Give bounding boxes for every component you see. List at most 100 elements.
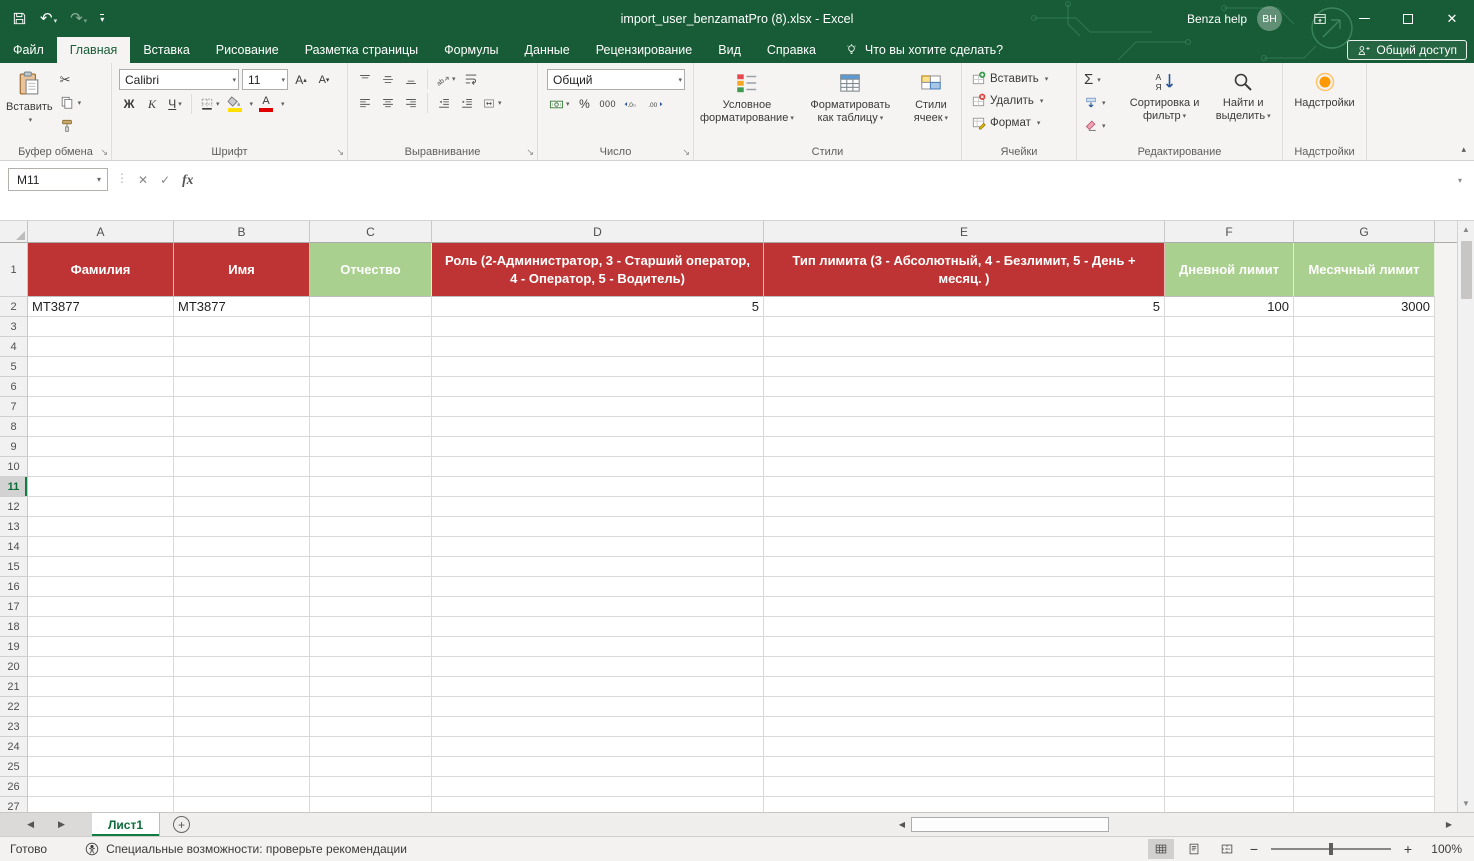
cell-E6[interactable] bbox=[764, 377, 1165, 397]
insert-function-button[interactable]: fx bbox=[182, 172, 193, 188]
cell-A27[interactable] bbox=[28, 797, 174, 812]
customize-qat-button[interactable]: ▾ bbox=[100, 13, 105, 24]
zoom-slider[interactable] bbox=[1271, 843, 1391, 855]
cell-B13[interactable] bbox=[174, 517, 310, 537]
cell-D23[interactable] bbox=[432, 717, 764, 737]
cell-C24[interactable] bbox=[310, 737, 432, 757]
cell-E8[interactable] bbox=[764, 417, 1165, 437]
confirm-entry-button[interactable]: ✓ bbox=[160, 173, 170, 187]
scroll-left-icon[interactable]: ◀ bbox=[895, 820, 909, 829]
cell-B11[interactable] bbox=[174, 477, 310, 497]
maximize-button[interactable] bbox=[1386, 0, 1430, 37]
cell-F24[interactable] bbox=[1165, 737, 1294, 757]
cell-G17[interactable] bbox=[1294, 597, 1435, 617]
row-header-23[interactable]: 23 bbox=[0, 717, 28, 737]
row-header-19[interactable]: 19 bbox=[0, 637, 28, 657]
cell-D12[interactable] bbox=[432, 497, 764, 517]
ribbon-tab-data[interactable]: Данные bbox=[512, 37, 583, 63]
font-name-combo[interactable]: Calibri ▾ bbox=[119, 69, 239, 90]
cell-A18[interactable] bbox=[28, 617, 174, 637]
cell-F23[interactable] bbox=[1165, 717, 1294, 737]
row-header-13[interactable]: 13 bbox=[0, 517, 28, 537]
cell-C23[interactable] bbox=[310, 717, 432, 737]
find-select-button[interactable]: Найти и выделить ▾ bbox=[1207, 67, 1279, 123]
cell-B25[interactable] bbox=[174, 757, 310, 777]
ribbon-tab-home[interactable]: Главная bbox=[56, 37, 131, 63]
format-as-table-button[interactable]: Форматировать как таблицу ▾ bbox=[801, 67, 900, 125]
formula-bar-handle[interactable]: ⋮ bbox=[108, 168, 136, 185]
cell-A11[interactable] bbox=[28, 477, 174, 497]
formula-input[interactable] bbox=[201, 168, 1450, 191]
select-all-corner[interactable] bbox=[0, 221, 28, 243]
cell-E22[interactable] bbox=[764, 697, 1165, 717]
cell-E7[interactable] bbox=[764, 397, 1165, 417]
ribbon-tab-file[interactable]: Файл bbox=[0, 37, 57, 63]
cell-D6[interactable] bbox=[432, 377, 764, 397]
cell-styles-button[interactable]: Стили ячеек ▾ bbox=[904, 67, 958, 125]
zoom-slider-thumb[interactable] bbox=[1329, 843, 1333, 855]
row-header-1[interactable]: 1 bbox=[0, 243, 28, 297]
cell-F19[interactable] bbox=[1165, 637, 1294, 657]
align-right-button[interactable] bbox=[401, 93, 421, 113]
cell-G15[interactable] bbox=[1294, 557, 1435, 577]
merge-center-button[interactable]: ▾ bbox=[480, 93, 504, 113]
cell-A10[interactable] bbox=[28, 457, 174, 477]
ribbon-tab-page-layout[interactable]: Разметка страницы bbox=[292, 37, 431, 63]
cell-E4[interactable] bbox=[764, 337, 1165, 357]
avatar[interactable]: BH bbox=[1257, 6, 1282, 31]
cell-G21[interactable] bbox=[1294, 677, 1435, 697]
view-normal-button[interactable] bbox=[1148, 839, 1174, 859]
grow-font-button[interactable]: А ▴ bbox=[291, 70, 311, 90]
cell-D3[interactable] bbox=[432, 317, 764, 337]
dialog-launcher-number[interactable]: ↘ bbox=[682, 148, 690, 157]
cell-F26[interactable] bbox=[1165, 777, 1294, 797]
cell-C27[interactable] bbox=[310, 797, 432, 812]
sheet-tab-active[interactable]: Лист1 bbox=[92, 813, 161, 836]
cell-F25[interactable] bbox=[1165, 757, 1294, 777]
cell-F6[interactable] bbox=[1165, 377, 1294, 397]
row-header-7[interactable]: 7 bbox=[0, 397, 28, 417]
cell-E24[interactable] bbox=[764, 737, 1165, 757]
previous-sheet-button[interactable]: ◀ bbox=[27, 819, 34, 830]
row-header-9[interactable]: 9 bbox=[0, 437, 28, 457]
cell-G4[interactable] bbox=[1294, 337, 1435, 357]
row-header-26[interactable]: 26 bbox=[0, 777, 28, 797]
column-header-D[interactable]: D bbox=[432, 221, 764, 243]
decrease-indent-button[interactable] bbox=[434, 93, 454, 113]
cell-G6[interactable] bbox=[1294, 377, 1435, 397]
row-header-18[interactable]: 18 bbox=[0, 617, 28, 637]
cell-G23[interactable] bbox=[1294, 717, 1435, 737]
dialog-launcher-alignment[interactable]: ↘ bbox=[526, 148, 534, 157]
cell-G3[interactable] bbox=[1294, 317, 1435, 337]
align-left-button[interactable] bbox=[355, 93, 375, 113]
italic-button[interactable]: К bbox=[142, 94, 162, 114]
row-header-25[interactable]: 25 bbox=[0, 757, 28, 777]
scroll-right-icon[interactable]: ▶ bbox=[1442, 820, 1456, 829]
cell-G13[interactable] bbox=[1294, 517, 1435, 537]
cell-B27[interactable] bbox=[174, 797, 310, 812]
cell-A16[interactable] bbox=[28, 577, 174, 597]
cell-C21[interactable] bbox=[310, 677, 432, 697]
column-header-B[interactable]: B bbox=[174, 221, 310, 243]
borders-button[interactable]: ▾ bbox=[198, 94, 222, 114]
row-header-27[interactable]: 27 bbox=[0, 797, 28, 812]
cell-D16[interactable] bbox=[432, 577, 764, 597]
cell-G18[interactable] bbox=[1294, 617, 1435, 637]
cell-B23[interactable] bbox=[174, 717, 310, 737]
cut-button[interactable]: ✂ bbox=[56, 69, 86, 90]
row-header-12[interactable]: 12 bbox=[0, 497, 28, 517]
cell-G8[interactable] bbox=[1294, 417, 1435, 437]
cell-F13[interactable] bbox=[1165, 517, 1294, 537]
view-page-layout-button[interactable] bbox=[1181, 839, 1207, 859]
ribbon-tab-draw[interactable]: Рисование bbox=[203, 37, 292, 63]
cell-A6[interactable] bbox=[28, 377, 174, 397]
cell-G25[interactable] bbox=[1294, 757, 1435, 777]
cell-G7[interactable] bbox=[1294, 397, 1435, 417]
row-header-22[interactable]: 22 bbox=[0, 697, 28, 717]
cell-A24[interactable] bbox=[28, 737, 174, 757]
cell-B22[interactable] bbox=[174, 697, 310, 717]
name-box-dropdown-icon[interactable]: ▾ bbox=[91, 175, 107, 184]
cell-E16[interactable] bbox=[764, 577, 1165, 597]
cell-C15[interactable] bbox=[310, 557, 432, 577]
cell-B4[interactable] bbox=[174, 337, 310, 357]
